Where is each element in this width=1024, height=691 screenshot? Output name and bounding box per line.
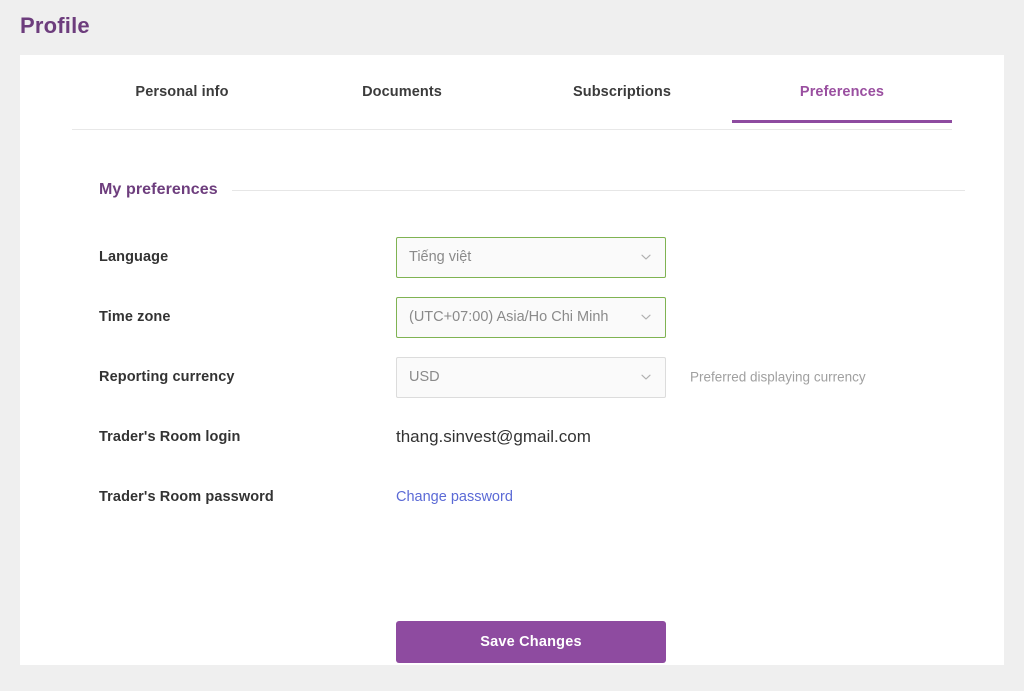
chevron-down-icon <box>640 371 652 383</box>
row-currency: Reporting currency USD Preferred display… <box>99 347 979 407</box>
row-login: Trader's Room login thang.sinvest@gmail.… <box>99 407 979 467</box>
change-password-link[interactable]: Change password <box>396 489 513 505</box>
section-divider <box>231 189 965 191</box>
preferences-form: Language Tiếng việt Time zone (UTC+07:00… <box>99 227 979 527</box>
timezone-label: Time zone <box>99 309 171 325</box>
tab-subscriptions[interactable]: Subscriptions <box>512 68 732 122</box>
tab-documents[interactable]: Documents <box>292 68 512 122</box>
row-timezone: Time zone (UTC+07:00) Asia/Ho Chi Minh <box>99 287 979 347</box>
currency-label: Reporting currency <box>99 369 235 385</box>
profile-tabs: Personal info Documents Subscriptions Pr… <box>72 68 952 130</box>
tab-personal-info[interactable]: Personal info <box>72 68 292 122</box>
row-language: Language Tiếng việt <box>99 227 979 287</box>
currency-select-value: USD <box>409 369 440 385</box>
currency-hint: Preferred displaying currency <box>690 369 866 385</box>
login-label: Trader's Room login <box>99 429 241 445</box>
save-button-wrap: Save Changes <box>396 621 666 663</box>
timezone-select-value: (UTC+07:00) Asia/Ho Chi Minh <box>409 309 609 325</box>
chevron-down-icon <box>640 311 652 323</box>
profile-card: Personal info Documents Subscriptions Pr… <box>20 55 1004 665</box>
currency-select[interactable]: USD <box>396 356 666 398</box>
section-title: My preferences <box>99 181 218 198</box>
timezone-control: (UTC+07:00) Asia/Ho Chi Minh <box>396 296 666 338</box>
password-label: Trader's Room password <box>99 489 274 505</box>
language-control: Tiếng việt <box>396 236 666 278</box>
row-password: Trader's Room password Change password <box>99 467 979 527</box>
chevron-down-icon <box>640 251 652 263</box>
login-control: thang.sinvest@gmail.com <box>396 427 666 447</box>
language-select-value: Tiếng việt <box>409 249 472 265</box>
save-changes-button[interactable]: Save Changes <box>396 621 666 663</box>
timezone-select[interactable]: (UTC+07:00) Asia/Ho Chi Minh <box>396 296 666 338</box>
language-select[interactable]: Tiếng việt <box>396 236 666 278</box>
login-value: thang.sinvest@gmail.com <box>396 427 591 446</box>
tab-preferences[interactable]: Preferences <box>732 68 952 123</box>
currency-control: USD Preferred displaying currency <box>396 356 866 398</box>
password-control: Change password <box>396 488 666 506</box>
language-label: Language <box>99 249 169 265</box>
page-title: Profile <box>20 13 90 38</box>
section-header: My preferences <box>99 181 965 199</box>
